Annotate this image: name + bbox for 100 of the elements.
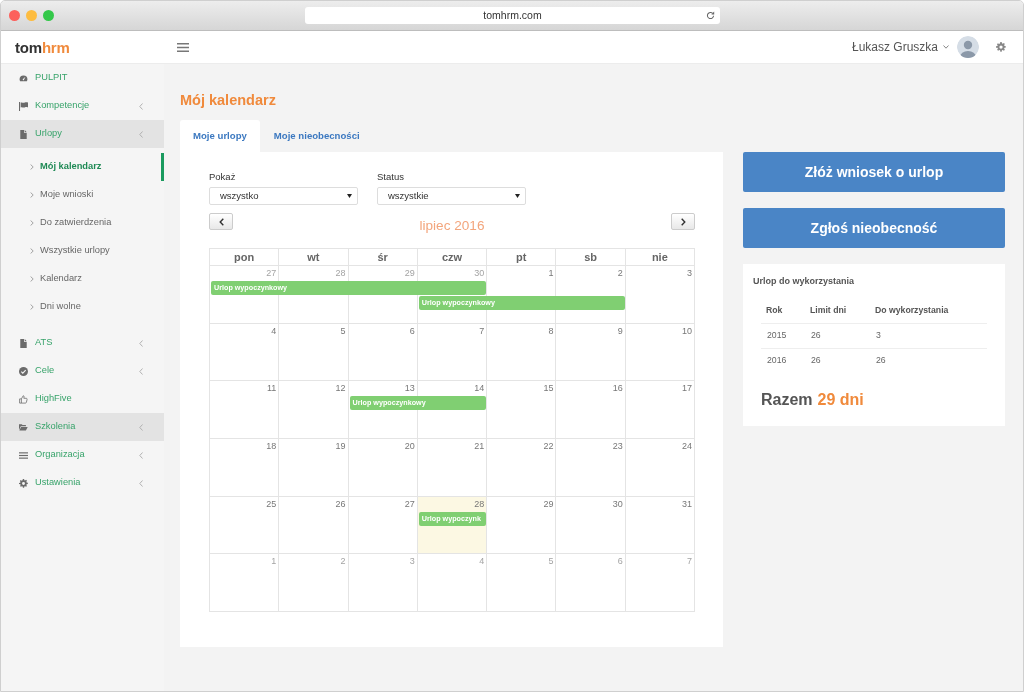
- caret-icon: [943, 45, 949, 49]
- day-number: 23: [612, 441, 623, 452]
- day-number: 27: [404, 498, 415, 509]
- gauge-icon: [19, 73, 28, 83]
- day-number: 11: [266, 383, 277, 394]
- column-header: Rok: [765, 303, 783, 317]
- chevron-right-icon: [30, 220, 34, 226]
- day-number: 6: [409, 325, 415, 336]
- chevron-right-icon: [680, 217, 686, 226]
- sidebar-subitem[interactable]: Wszystkie urlopy: [1, 237, 164, 265]
- chevron-left-icon: [139, 423, 143, 431]
- day-number: 28: [335, 268, 346, 278]
- caret-icon: [515, 194, 520, 198]
- sidebar-item[interactable]: Cele: [1, 357, 164, 385]
- sidebar-item[interactable]: Urlopy: [1, 120, 164, 148]
- day-number: 12: [335, 383, 346, 394]
- day-number: 29: [543, 498, 554, 509]
- day-number: 9: [617, 325, 623, 336]
- total-value: 29 dni: [817, 390, 864, 410]
- sidebar-item[interactable]: HighFive: [1, 385, 164, 413]
- sidebar-item[interactable]: Szkolenia: [1, 413, 164, 441]
- day-number: 26: [335, 498, 346, 509]
- month-title: lipiec 2016: [419, 218, 485, 233]
- day-number: 22: [543, 441, 554, 452]
- day-number: 24: [681, 441, 692, 452]
- day-number: 10: [681, 325, 692, 336]
- field-label: Status: [377, 171, 404, 183]
- table-cell-text: 26: [875, 354, 886, 368]
- table-cell-text: 2016: [766, 354, 787, 368]
- day-number: 5: [340, 325, 346, 336]
- chevron-right-icon: [30, 164, 34, 170]
- column-header: Limit dni: [809, 303, 847, 317]
- card-title: Urlop do wykorzystania: [752, 275, 855, 287]
- list-icon: [19, 450, 28, 460]
- next-month-button[interactable]: [671, 213, 695, 230]
- field-label: Pokaż: [209, 171, 236, 183]
- day-number: 29: [404, 268, 415, 278]
- day-number: 25: [266, 498, 277, 509]
- chevron-right-icon: [30, 276, 34, 282]
- previous-month-button[interactable]: [209, 213, 233, 230]
- sidebar-subitem[interactable]: Kalendarz: [1, 265, 164, 293]
- settings-icon: [19, 478, 28, 488]
- chevron-left-icon: [218, 217, 224, 226]
- table-cell-text: 2015: [766, 329, 787, 343]
- window-close-icon[interactable]: [9, 10, 20, 21]
- chevron-left-icon: [139, 339, 143, 347]
- column-header: Do wykorzystania: [874, 303, 949, 317]
- document-icon: [19, 129, 28, 139]
- tab[interactable]: Moje urlopy: [180, 120, 260, 152]
- reload-icon[interactable]: [706, 11, 715, 20]
- check-circle-icon: [19, 366, 28, 376]
- select-field[interactable]: wszystko: [209, 187, 358, 205]
- window-zoom-icon[interactable]: [43, 10, 54, 21]
- day-number: 19: [335, 441, 346, 452]
- day-number: 27: [266, 268, 277, 278]
- day-number: 30: [612, 498, 623, 509]
- user-avatar-icon[interactable]: [957, 36, 979, 58]
- day-number: 13: [404, 383, 415, 394]
- day-number: 3: [686, 268, 692, 278]
- chevron-left-icon: [139, 479, 143, 487]
- table-cell-text: 26: [810, 329, 821, 343]
- folder-icon: [19, 422, 28, 432]
- document-icon: [19, 338, 28, 348]
- day-number: 2: [617, 268, 623, 278]
- sidebar-item[interactable]: ATS: [1, 329, 164, 357]
- chevron-right-icon: [30, 192, 34, 198]
- sidebar-item[interactable]: Organizacja: [1, 441, 164, 469]
- flag-icon: [19, 101, 28, 111]
- sidebar-subitem[interactable]: Moje wnioski: [1, 181, 164, 209]
- total-label: Razem: [761, 390, 813, 410]
- day-number: 4: [479, 556, 485, 567]
- thumbs-up-icon: [19, 394, 28, 404]
- day-number: 8: [548, 325, 554, 336]
- sidebar-item[interactable]: PULPIT: [1, 64, 164, 92]
- action-button[interactable]: Złóż wniosek o urlop: [743, 152, 1005, 192]
- day-number: 3: [409, 556, 415, 567]
- day-number: 4: [271, 325, 277, 336]
- select-field[interactable]: wszystkie: [377, 187, 526, 205]
- tab[interactable]: Moje nieobecności: [259, 120, 374, 152]
- day-number: 21: [474, 441, 485, 452]
- day-number: 15: [543, 383, 554, 394]
- table-cell-text: 26: [810, 354, 821, 368]
- day-number: 1: [271, 556, 277, 567]
- settings-icon[interactable]: [996, 42, 1006, 52]
- action-button[interactable]: Zgłoś nieobecność: [743, 208, 1005, 248]
- caret-icon: [347, 194, 352, 198]
- logo[interactable]: tomhrm: [15, 39, 70, 55]
- address-field[interactable]: tomhrm.com: [305, 7, 720, 24]
- sidebar-subitem[interactable]: Dni wolne: [1, 293, 164, 321]
- chevron-left-icon: [139, 130, 143, 138]
- day-number: 16: [612, 383, 623, 394]
- day-number: 6: [617, 556, 623, 567]
- menu-icon[interactable]: [177, 42, 189, 52]
- sidebar-item[interactable]: Ustawienia: [1, 469, 164, 497]
- day-number: 7: [686, 556, 692, 567]
- day-number: 31: [681, 498, 692, 509]
- chevron-left-icon: [139, 102, 143, 110]
- user-menu-button[interactable]: Łukasz Gruszka: [851, 41, 949, 53]
- sidebar-item[interactable]: Kompetencje: [1, 92, 164, 120]
- sidebar-subitem[interactable]: Do zatwierdzenia: [1, 209, 164, 237]
